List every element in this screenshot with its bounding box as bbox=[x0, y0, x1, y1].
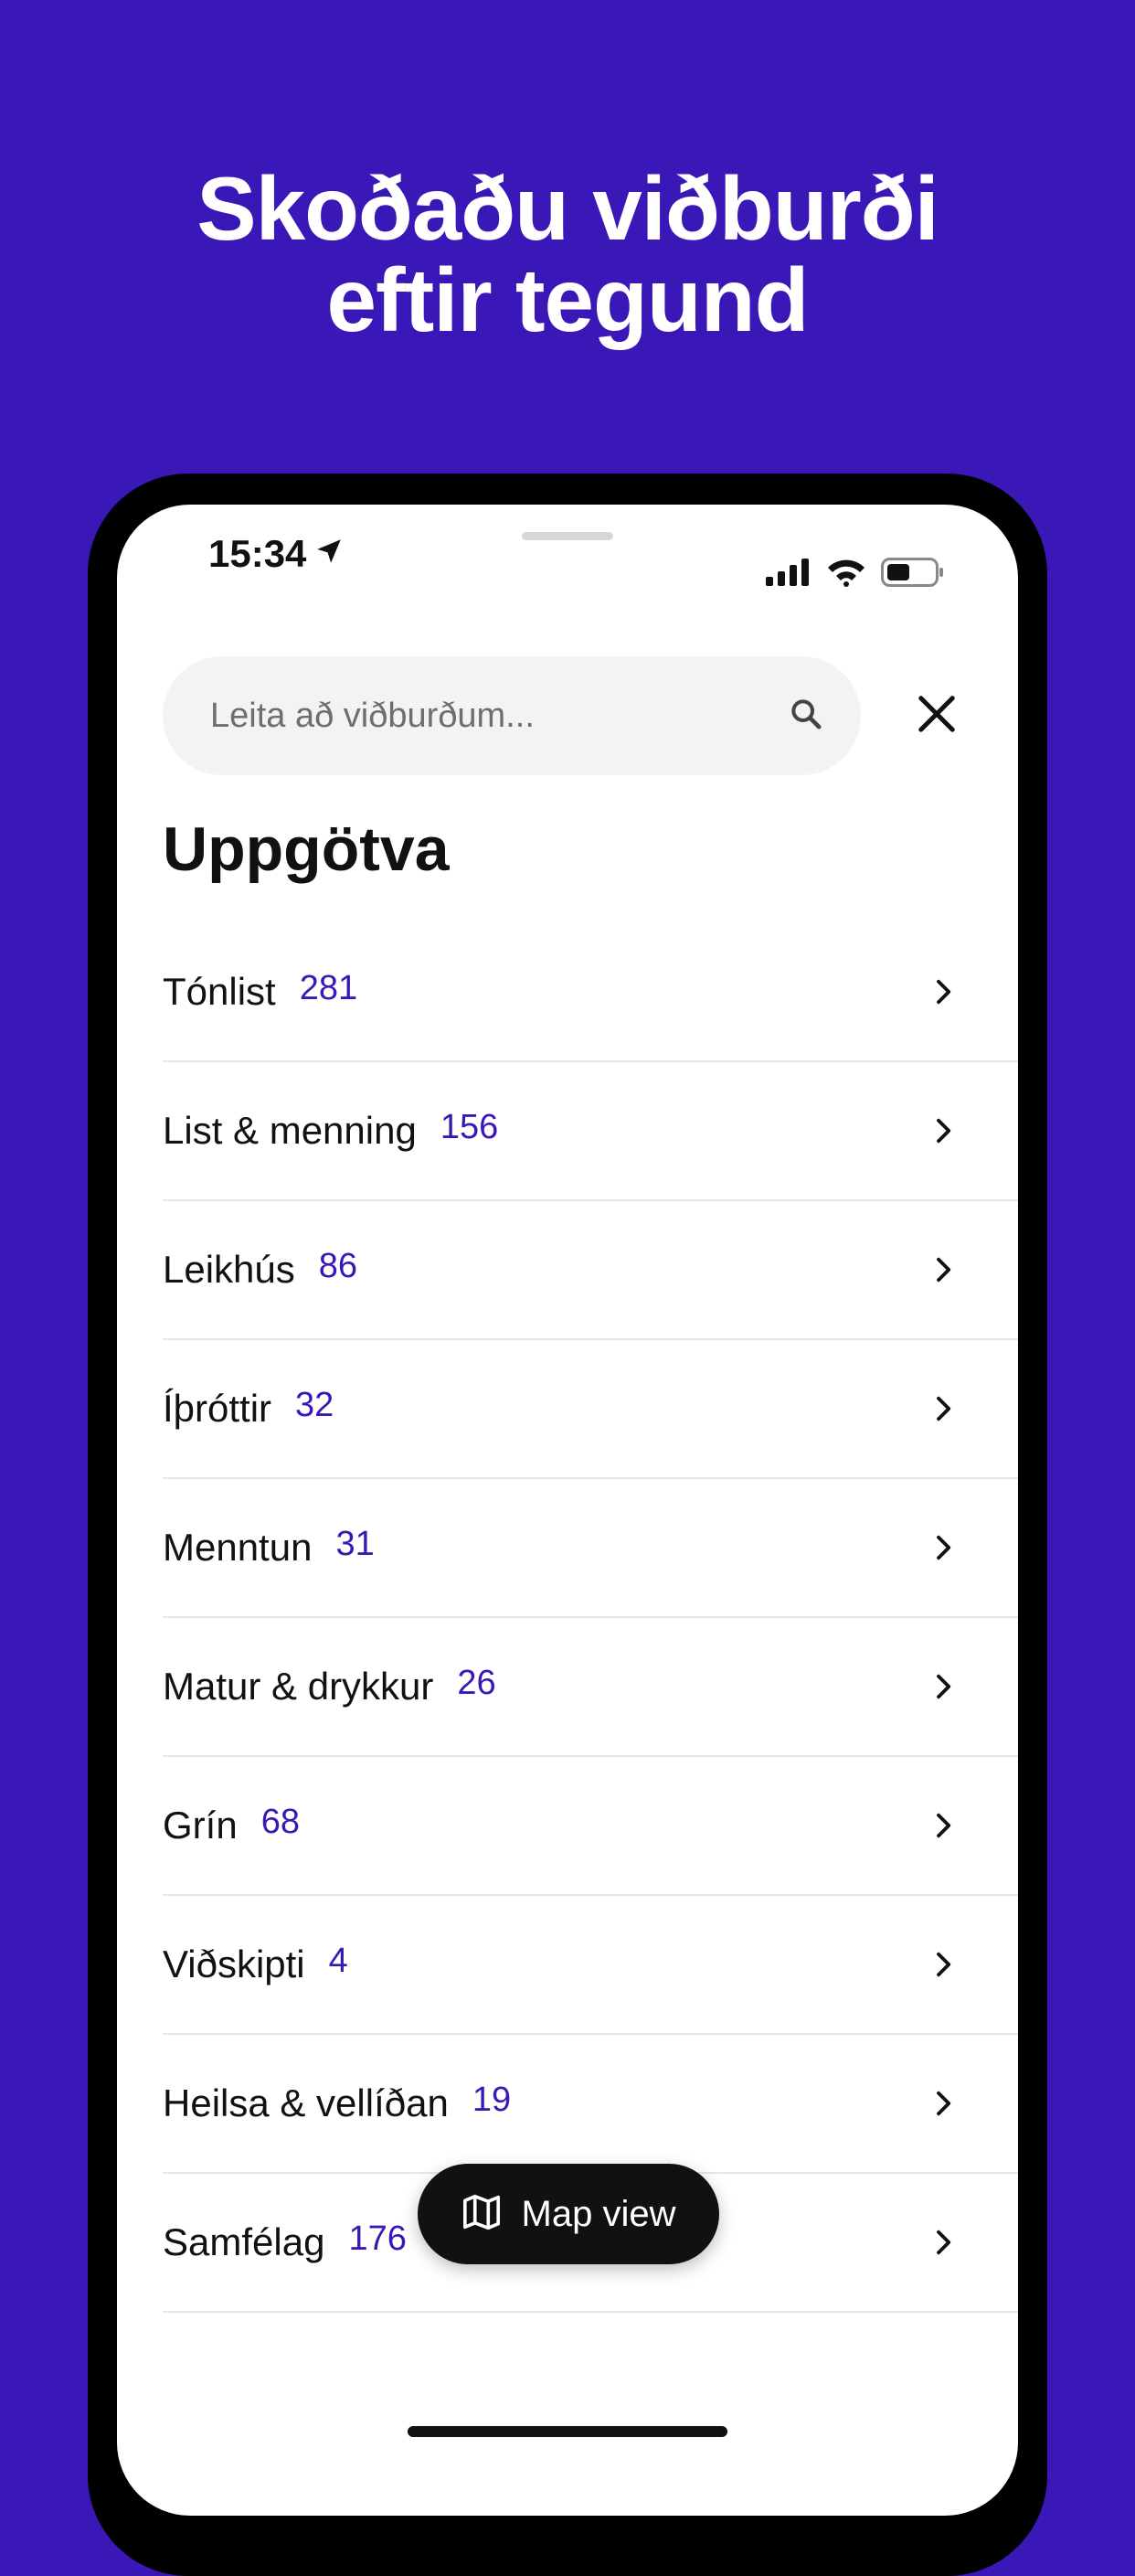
category-name: List & menning bbox=[163, 1109, 417, 1152]
category-name: Menntun bbox=[163, 1526, 313, 1569]
location-arrow-icon bbox=[313, 532, 345, 576]
page-title: Uppgötva bbox=[163, 814, 450, 884]
chevron-right-icon bbox=[925, 1946, 961, 1983]
category-name: Samfélag bbox=[163, 2220, 325, 2263]
category-count: 32 bbox=[295, 1385, 334, 1424]
category-row-menntun[interactable]: Menntun 31 bbox=[163, 1479, 1018, 1618]
search-input[interactable] bbox=[208, 695, 788, 737]
chevron-right-icon bbox=[925, 2085, 961, 2122]
chevron-right-icon bbox=[925, 1390, 961, 1427]
chevron-right-icon bbox=[925, 974, 961, 1010]
search-bar[interactable] bbox=[163, 656, 861, 775]
status-time-text: 15:34 bbox=[208, 532, 307, 575]
category-row-heilsa-vellidan[interactable]: Heilsa & vellíðan 19 bbox=[163, 2035, 1018, 2174]
category-name: Grín bbox=[163, 1804, 238, 1847]
category-count: 176 bbox=[348, 2219, 407, 2258]
category-row-leikhus[interactable]: Leikhús 86 bbox=[163, 1201, 1018, 1340]
category-count: 31 bbox=[335, 1524, 375, 1563]
category-row-tonlist[interactable]: Tónlist 281 bbox=[163, 923, 1018, 1062]
battery-icon bbox=[881, 558, 945, 591]
sheet-grabber[interactable] bbox=[522, 532, 613, 540]
close-button[interactable] bbox=[903, 682, 971, 750]
category-name: Heilsa & vellíðan bbox=[163, 2081, 449, 2124]
category-count: 86 bbox=[318, 1246, 358, 1285]
home-indicator[interactable] bbox=[408, 2426, 727, 2437]
status-icons bbox=[766, 558, 945, 591]
chevron-right-icon bbox=[925, 1529, 961, 1566]
map-view-button[interactable]: Map view bbox=[418, 2164, 719, 2264]
chevron-right-icon bbox=[925, 1251, 961, 1288]
category-count: 68 bbox=[260, 1802, 300, 1841]
promo-headline-line-2: eftir tegund bbox=[326, 250, 810, 350]
category-row-vidskipti[interactable]: Viðskipti 4 bbox=[163, 1896, 1018, 2035]
category-list: Tónlist 281 List & menning 156 Leikhús 8… bbox=[163, 923, 1018, 2313]
category-name: Íþróttir bbox=[163, 1387, 272, 1430]
category-count: 156 bbox=[440, 1107, 499, 1146]
category-name: Viðskipti bbox=[163, 1943, 305, 1985]
category-count: 281 bbox=[299, 968, 358, 1007]
category-count: 26 bbox=[457, 1663, 496, 1702]
chevron-right-icon bbox=[925, 1807, 961, 1844]
promo-headline: Skoðaðu viðburði eftir tegund bbox=[0, 163, 1135, 346]
category-count: 19 bbox=[472, 2080, 512, 2119]
category-name: Tónlist bbox=[163, 970, 276, 1013]
category-count: 4 bbox=[328, 1941, 348, 1980]
category-name: Matur & drykkur bbox=[163, 1665, 434, 1708]
map-icon bbox=[461, 2194, 502, 2235]
category-row-matur-drykkur[interactable]: Matur & drykkur 26 bbox=[163, 1618, 1018, 1757]
signal-icon bbox=[766, 559, 811, 591]
chevron-right-icon bbox=[925, 1668, 961, 1705]
category-row-grin[interactable]: Grín 68 bbox=[163, 1757, 1018, 1896]
category-row-list-menning[interactable]: List & menning 156 bbox=[163, 1062, 1018, 1201]
phone-screen: 15:34 Leita að viðburðum... Uppgötva Tón… bbox=[117, 505, 1018, 2516]
wifi-icon bbox=[826, 558, 866, 591]
promo-headline-line-1: Skoðaðu viðburði bbox=[196, 158, 939, 259]
category-row-ithrottir[interactable]: Íþróttir 32 bbox=[163, 1340, 1018, 1479]
chevron-right-icon bbox=[925, 1112, 961, 1149]
chevron-right-icon bbox=[925, 2224, 961, 2261]
close-icon bbox=[916, 693, 958, 740]
map-view-label: Map view bbox=[521, 2193, 676, 2234]
search-icon[interactable] bbox=[788, 696, 824, 737]
category-name: Leikhús bbox=[163, 1248, 295, 1291]
status-time: 15:34 bbox=[208, 532, 345, 576]
